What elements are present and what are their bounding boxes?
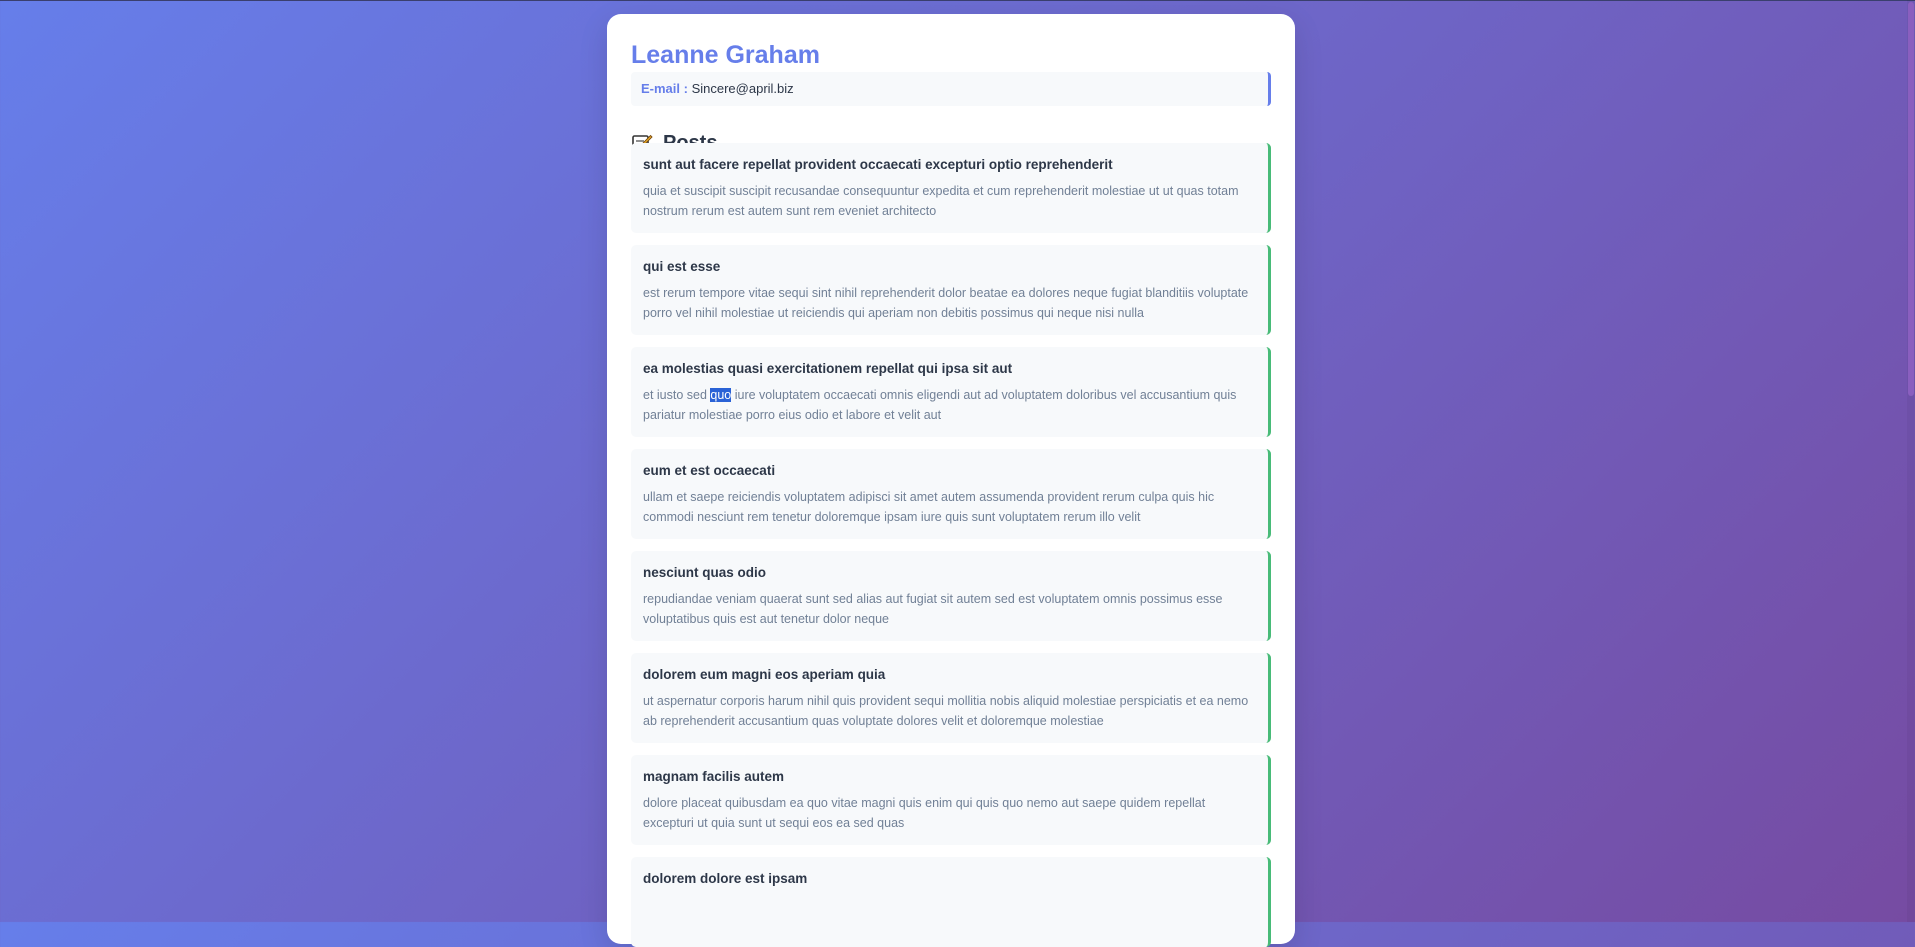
post-body: quia et suscipit suscipit recusandae con… <box>643 184 1239 218</box>
post-item: eum et est occaecati ullam et saepe reic… <box>631 449 1271 539</box>
post-body: repudiandae veniam quaerat sunt sed alia… <box>643 592 1223 626</box>
post-item: sunt aut facere repellat provident occae… <box>631 143 1271 233</box>
selected-text: quo <box>710 388 732 402</box>
post-title: eum et est occaecati <box>643 463 776 478</box>
post-item: ea molestias quasi exercitationem repell… <box>631 347 1271 437</box>
post-title: dolorem eum magni eos aperiam quia <box>643 667 886 682</box>
post-body-text: et iusto sed <box>643 388 711 402</box>
post-body: est rerum tempore vitae sequi sint nihil… <box>643 286 1249 320</box>
post-body-text: iure voluptatem occaecati omnis eligendi… <box>643 388 1237 422</box>
post-title: magnam facilis autem <box>643 769 785 784</box>
scrollbar-thumb[interactable] <box>1908 2 1914 396</box>
post-item: dolorem dolore est ipsam <box>631 857 1271 947</box>
email-value[interactable]: Sincere@april.biz <box>692 81 794 96</box>
post-body: ullam et saepe reiciendis voluptatem adi… <box>643 490 1215 524</box>
post-item: nesciunt quas odio repudiandae veniam qu… <box>631 551 1271 641</box>
post-title: sunt aut facere repellat provident occae… <box>643 157 1113 172</box>
post-title: qui est esse <box>643 259 721 274</box>
email-label: E-mail <box>641 81 681 96</box>
post-body: et iusto sed quo iure voluptatem occaeca… <box>643 385 1256 425</box>
window-top-border <box>0 0 1915 1</box>
page-scrollbar[interactable] <box>1907 0 1915 922</box>
user-card: Leanne Graham E-mail : Sincere@april.biz… <box>607 14 1295 947</box>
post-title: nesciunt quas odio <box>643 565 767 580</box>
email-info: E-mail : Sincere@april.biz <box>631 72 1271 106</box>
post-title: dolorem dolore est ipsam <box>643 871 808 886</box>
post-body: dolore placeat quibusdam ea quo vitae ma… <box>643 796 1206 830</box>
post-title: ea molestias quasi exercitationem repell… <box>643 361 1013 376</box>
user-name: Leanne Graham <box>631 41 820 69</box>
post-item: qui est esse est rerum tempore vitae seq… <box>631 245 1271 335</box>
email-colon: : <box>680 81 692 96</box>
post-item: magnam facilis autem dolore placeat quib… <box>631 755 1271 845</box>
post-body: ut aspernatur corporis harum nihil quis … <box>643 694 1249 728</box>
post-item: dolorem eum magni eos aperiam quia ut as… <box>631 653 1271 743</box>
